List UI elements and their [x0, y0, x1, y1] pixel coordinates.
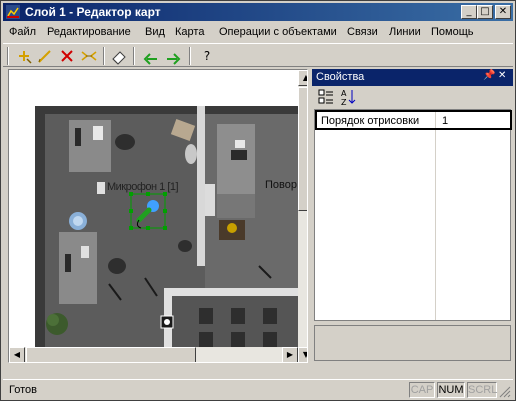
status-text: Готов: [9, 384, 37, 396]
menu-lines[interactable]: Линии: [389, 26, 421, 38]
scroll-right-button[interactable]: ▶: [282, 347, 298, 362]
redo-icon[interactable]: [163, 47, 183, 65]
horizontal-scroll-thumb[interactable]: [26, 347, 196, 362]
toolbar-separator: [133, 47, 135, 65]
office-floor-plan: [9, 70, 298, 347]
minimize-button[interactable]: _: [461, 5, 477, 19]
menu-bar: Файл Редактирование Вид Карта Операции с…: [3, 23, 513, 42]
status-bar: Готов CAP NUM SCRL: [3, 379, 513, 399]
scroll-down-button[interactable]: ▼: [298, 347, 307, 362]
categorized-icon[interactable]: [318, 89, 334, 105]
num-lock-indicator: NUM: [437, 382, 465, 398]
help-icon[interactable]: ?: [197, 47, 217, 65]
property-value[interactable]: 1: [442, 115, 448, 127]
pin-icon[interactable]: 📌: [483, 70, 495, 81]
alphabetical-sort-icon[interactable]: A Z: [340, 88, 356, 106]
menu-object-operations[interactable]: Операции с объектами: [219, 26, 337, 38]
close-icon[interactable]: ✕: [498, 70, 506, 81]
menu-edit[interactable]: Редактирование: [47, 26, 131, 38]
menu-links[interactable]: Связи: [347, 26, 378, 38]
caps-lock-indicator: CAP: [409, 382, 435, 398]
undo-icon[interactable]: [141, 47, 161, 65]
property-description-area: [314, 325, 511, 361]
menu-file[interactable]: Файл: [9, 26, 36, 38]
properties-title-bar[interactable]: Свойства 📌 ✕: [312, 69, 513, 86]
microphone-label: Микрофон 1 [1]: [107, 181, 179, 193]
close-button[interactable]: ✕: [495, 5, 511, 19]
horizontal-scrollbar[interactable]: ◀ ▶: [9, 347, 298, 362]
toolbar-grip: [7, 47, 9, 65]
toolbar-separator: [103, 47, 105, 65]
window-title: Слой 1 - Редактор карт: [25, 5, 161, 19]
title-bar[interactable]: Слой 1 - Редактор карт _ □ ✕: [3, 3, 513, 21]
scroll-up-button[interactable]: ▲: [298, 70, 307, 86]
device-label: Повор: [265, 179, 297, 191]
eraser-icon[interactable]: [109, 47, 129, 65]
pencil-icon[interactable]: [35, 47, 55, 65]
scroll-lock-indicator: SCRL: [467, 382, 498, 398]
resize-grip-icon[interactable]: [499, 386, 511, 398]
map-editor-window: Слой 1 - Редактор карт _ □ ✕ Файл Редакт…: [0, 0, 516, 401]
properties-panel: Свойства 📌 ✕ A Z Порядок отрисовки 1: [312, 69, 513, 363]
properties-title: Свойства: [316, 71, 365, 83]
property-grid: Порядок отрисовки 1: [314, 109, 512, 321]
app-icon: [6, 5, 20, 19]
svg-text:A: A: [341, 89, 347, 98]
vertical-scrollbar[interactable]: ▲ ▼: [298, 70, 307, 362]
properties-toolbar: A Z: [312, 87, 513, 107]
link-icon[interactable]: [79, 47, 99, 65]
toolbar-separator: [189, 47, 191, 65]
scroll-left-button[interactable]: ◀: [9, 347, 25, 362]
menu-map[interactable]: Карта: [175, 26, 204, 38]
property-name: Порядок отрисовки: [321, 115, 420, 127]
add-icon[interactable]: [15, 47, 35, 65]
svg-text:Z: Z: [341, 98, 347, 106]
delete-icon[interactable]: [57, 47, 77, 65]
property-row[interactable]: Порядок отрисовки 1: [315, 110, 512, 130]
grid-column-divider[interactable]: [435, 110, 436, 320]
maximize-button[interactable]: □: [477, 5, 493, 19]
vertical-scroll-thumb[interactable]: [298, 87, 307, 211]
menu-view[interactable]: Вид: [145, 26, 165, 38]
map-canvas[interactable]: Микрофон 1 [1] Повор ▲ ▼ ◀ ▶: [8, 69, 308, 363]
menu-help[interactable]: Помощь: [431, 26, 474, 38]
toolbar: ?: [3, 43, 513, 67]
